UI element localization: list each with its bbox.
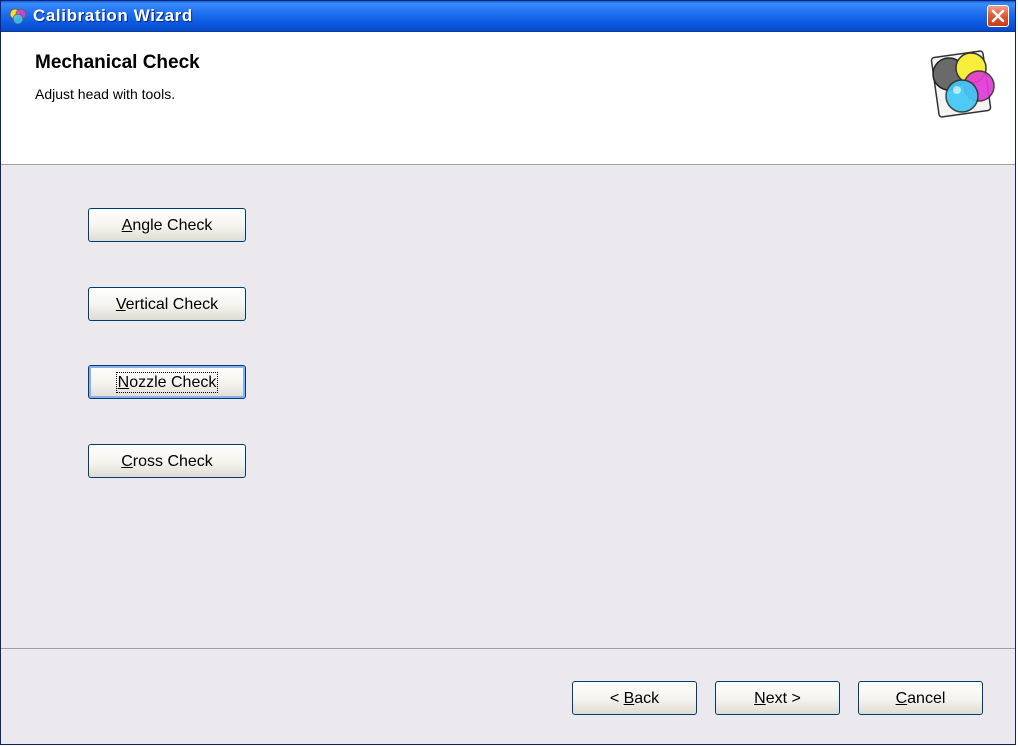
wizard-footer: < Back Next > Cancel [1, 649, 1015, 744]
cross-check-label: ross Check [132, 453, 213, 470]
nozzle-check-mnemonic: N [117, 374, 130, 391]
next-button[interactable]: Next > [715, 681, 840, 715]
cancel-button[interactable]: Cancel [858, 681, 983, 715]
next-mnemonic: N [754, 690, 766, 707]
window-title: Calibration Wizard [33, 6, 193, 25]
cross-check-button[interactable]: Cross Check [88, 444, 246, 478]
nozzle-check-label: ozzle Check [129, 374, 217, 391]
page-title: Mechanical Check [35, 52, 200, 73]
calibration-app-icon [9, 8, 27, 25]
color-calibration-icon [930, 50, 995, 118]
nozzle-check-button[interactable]: Nozzle Check [88, 365, 246, 399]
wizard-header: Mechanical Check Adjust head with tools. [1, 32, 1015, 165]
vertical-check-button[interactable]: Vertical Check [88, 287, 246, 321]
content-area: Angle Check Vertical Check Nozzle Check … [1, 165, 1015, 649]
back-prefix: < [609, 690, 624, 707]
angle-check-mnemonic: A [121, 217, 133, 234]
back-label: ack [634, 690, 660, 707]
vertical-check-label: ertical Check [125, 296, 219, 313]
cancel-label: ancel [907, 690, 946, 707]
wizard-window: Calibration Wizard Mechanical Check Adju… [0, 0, 1016, 745]
back-button[interactable]: < Back [572, 681, 697, 715]
next-label: ext > [765, 690, 801, 707]
nozzle-check-focus: Nozzle Check [115, 372, 219, 393]
close-icon [991, 9, 1005, 23]
cancel-mnemonic: C [895, 690, 908, 707]
close-button[interactable] [987, 5, 1009, 27]
back-mnemonic: B [623, 690, 635, 707]
angle-check-label: ngle Check [132, 217, 213, 234]
vertical-check-mnemonic: V [115, 296, 126, 313]
page-subtitle: Adjust head with tools. [35, 86, 176, 102]
cross-check-mnemonic: C [121, 453, 133, 470]
title-bar[interactable]: Calibration Wizard [1, 1, 1015, 32]
angle-check-button[interactable]: Angle Check [88, 208, 246, 242]
